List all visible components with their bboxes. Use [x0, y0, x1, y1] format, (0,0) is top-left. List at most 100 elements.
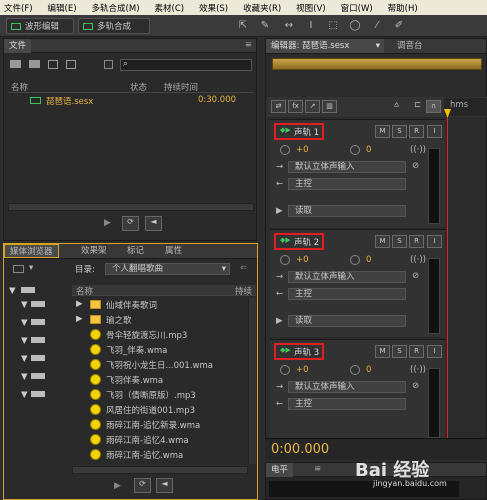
output-select[interactable]: 主控	[288, 178, 406, 190]
loop-icon[interactable]: ⟳	[122, 216, 139, 231]
time-selection-tool-icon[interactable]: I	[304, 19, 318, 33]
monitor-icon[interactable]	[13, 265, 24, 273]
menu-edit[interactable]: 编辑(E)	[48, 2, 77, 14]
input-monitor-button[interactable]: I	[427, 235, 442, 248]
import-file-icon[interactable]	[29, 60, 40, 68]
volume-value[interactable]: +0	[296, 365, 309, 375]
menu-favorites[interactable]: 收藏夹(R)	[243, 2, 281, 14]
column-status[interactable]: 状态	[130, 81, 147, 93]
input-select[interactable]: 默认立体声输入	[288, 271, 406, 283]
column-duration[interactable]: 持续	[235, 285, 252, 297]
waveform-view-button[interactable]: 波形编辑	[6, 18, 74, 34]
column-duration[interactable]: 持续时间	[164, 81, 198, 93]
insert-into-multitrack-icon[interactable]	[66, 60, 76, 69]
panel-menu-icon[interactable]: ≡	[245, 40, 252, 50]
overview-bar[interactable]	[272, 58, 482, 70]
media-hscrollbar[interactable]	[72, 466, 248, 474]
timeline-ruler[interactable]: hms	[444, 98, 487, 116]
input-monitor-button[interactable]: I	[427, 125, 442, 138]
list-item[interactable]: ▶ 仙域伴奏歌词	[72, 298, 248, 312]
move-tool-icon[interactable]: ⇱	[236, 19, 250, 33]
drive-icon[interactable]	[31, 355, 45, 361]
pan-knob-icon[interactable]	[350, 145, 360, 155]
pan-value[interactable]: 0	[366, 145, 371, 155]
volume-knob-icon[interactable]	[280, 255, 290, 265]
record-arm-button[interactable]: R	[409, 345, 424, 358]
mute-button[interactable]: M	[375, 235, 390, 248]
record-arm-button[interactable]: R	[409, 125, 424, 138]
open-file-icon[interactable]	[10, 60, 21, 68]
menu-multitrack[interactable]: 多轨合成(M)	[92, 2, 140, 14]
list-item[interactable]: 飞羽（倩嘶原版）.mp3	[72, 388, 248, 402]
track-name[interactable]: 声轨 2	[294, 236, 319, 248]
autoplay-icon[interactable]: ◄	[156, 478, 173, 493]
mute-button[interactable]: M	[375, 125, 390, 138]
track-name[interactable]: 声轨 1	[294, 126, 319, 138]
solo-button[interactable]: S	[392, 235, 407, 248]
lasso-tool-icon[interactable]: ◯	[348, 19, 362, 33]
tab-mixer[interactable]: 调音台	[392, 39, 428, 53]
autoplay-icon[interactable]: ◄	[145, 216, 162, 231]
column-name[interactable]: 名称	[76, 285, 93, 297]
read-mode-select[interactable]: 读取	[288, 315, 406, 327]
files-scrollbar[interactable]	[8, 203, 254, 211]
file-row[interactable]: 琵琶语.sesx 0:30.000	[8, 95, 254, 107]
list-item[interactable]: 雨碎江南-追忆新录.wma	[72, 418, 248, 432]
drive-icon[interactable]	[31, 373, 45, 379]
drive-icon[interactable]	[31, 301, 45, 307]
pan-knob-icon[interactable]	[350, 255, 360, 265]
tree-expand-icon[interactable]: ▼	[21, 390, 28, 400]
volume-value[interactable]: +0	[296, 255, 309, 265]
drive-icon[interactable]	[31, 391, 45, 397]
tree-expand-icon[interactable]: ▼	[21, 336, 28, 346]
tree-expand-icon[interactable]: ▼	[21, 300, 28, 310]
send-icon[interactable]: ↗	[305, 100, 320, 113]
sum-icon[interactable]: ((·))	[410, 145, 426, 155]
track-tool-icon[interactable]: ⇄	[271, 100, 286, 113]
multitrack-view-button[interactable]: 多轨合成	[78, 18, 150, 34]
brush-tool-icon[interactable]: ⁄	[370, 19, 384, 33]
list-item[interactable]: 雨碎江南-追忆.wma	[72, 448, 248, 462]
input-select[interactable]: 默认立体声输入	[288, 381, 406, 393]
new-file-icon[interactable]	[48, 60, 58, 69]
menu-file[interactable]: 文件(F)	[4, 2, 33, 14]
marquee-tool-icon[interactable]: ⬚	[326, 19, 340, 33]
loop-icon[interactable]: ⟳	[134, 478, 151, 493]
list-item[interactable]: 飞羽伴奏.wma	[72, 373, 248, 387]
tree-expand-icon[interactable]: ▼	[21, 354, 28, 364]
read-mode-select[interactable]: 读取	[288, 205, 406, 217]
fx-icon[interactable]: fx	[288, 100, 303, 113]
play-icon[interactable]: ▶	[104, 218, 116, 230]
eq-icon[interactable]: ▥	[322, 100, 337, 113]
snap-icon[interactable]: ⊏	[414, 100, 421, 110]
menu-clip[interactable]: 素材(C)	[155, 2, 185, 14]
pan-knob-icon[interactable]	[350, 365, 360, 375]
back-arrow-icon[interactable]: ⇐	[240, 263, 247, 273]
drive-icon[interactable]	[21, 287, 35, 293]
metronome-icon[interactable]: ⩟	[394, 100, 399, 110]
sum-icon[interactable]: ((·))	[410, 365, 426, 375]
list-item[interactable]: 雨碎江南-追忆4.wma	[72, 433, 248, 447]
no-input-icon[interactable]: ⊘	[412, 161, 419, 171]
menu-window[interactable]: 窗口(W)	[341, 2, 373, 14]
tab-levels[interactable]: 电平	[266, 463, 294, 477]
solo-button[interactable]: S	[392, 345, 407, 358]
close-file-icon[interactable]	[104, 60, 113, 69]
volume-knob-icon[interactable]	[280, 145, 290, 155]
panel-menu-icon[interactable]: ≡	[314, 464, 321, 474]
input-monitor-button[interactable]: I	[427, 345, 442, 358]
tab-media-browser[interactable]: 媒体浏览器	[4, 244, 59, 258]
pan-value[interactable]: 0	[366, 255, 371, 265]
tree-expand-icon[interactable]: ▼	[9, 286, 16, 296]
volume-value[interactable]: +0	[296, 145, 309, 155]
current-time[interactable]: 0:00.000	[271, 442, 329, 457]
tab-files[interactable]: 文件	[4, 39, 32, 53]
play-icon[interactable]: ▶	[114, 481, 121, 491]
list-item[interactable]: ▶ 瑜之歌	[72, 313, 248, 327]
automation-expand-icon[interactable]: ▶	[276, 316, 283, 326]
files-search-input[interactable]: ⌕	[120, 59, 252, 71]
tree-expand-icon[interactable]: ▼	[21, 372, 28, 382]
media-scrollbar[interactable]	[248, 298, 256, 464]
volume-knob-icon[interactable]	[280, 365, 290, 375]
slip-tool-icon[interactable]: ↔	[282, 19, 296, 33]
